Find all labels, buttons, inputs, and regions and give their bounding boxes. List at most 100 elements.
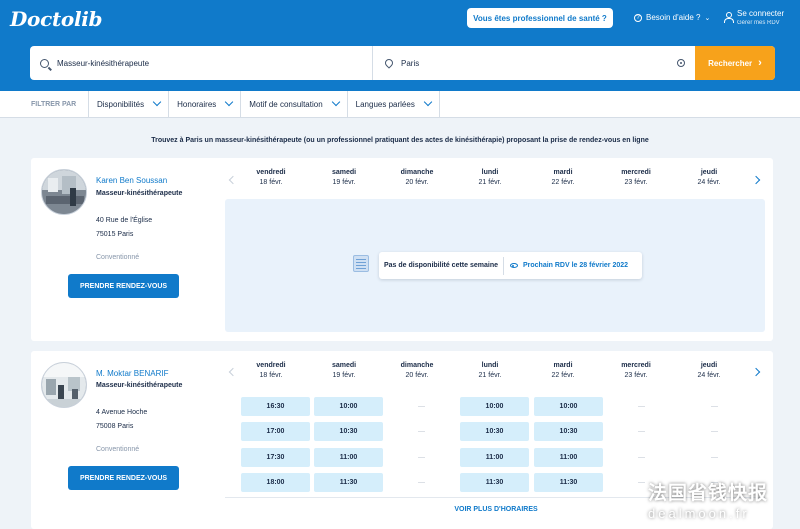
practitioner-name[interactable]: M. Moktar BENARIF [96,369,168,378]
day-header: mercredi 23 févr. [601,169,671,186]
practitioner-name[interactable]: Karen Ben Soussan [96,176,167,185]
time-slot[interactable]: 10:30 [534,422,603,441]
day-header: dimanche 20 févr. [382,169,452,186]
geolocate-icon[interactable] [677,59,685,67]
next-week-icon[interactable] [751,367,761,377]
day-header: dimanche 20 févr. [382,362,452,379]
day-name: lundi [481,362,499,369]
help-menu[interactable]: ? Besoin d'aide ? ⌄ [634,13,710,22]
time-slot[interactable]: 10:00 [314,397,383,416]
login-title: Se connecter [737,9,785,18]
day-name: vendredi [256,169,286,176]
book-appointment-button[interactable]: PRENDRE RENDEZ-VOUS [68,466,179,490]
time-slot[interactable]: 11:30 [534,473,603,492]
day-date: 21 févr. [478,179,502,186]
time-slot[interactable]: 16:30 [241,397,310,416]
day-name: mardi [553,362,573,369]
day-header: lundi 21 févr. [455,169,525,186]
day-date: 18 févr. [259,179,283,186]
filter-fees-label: Honoraires [177,99,217,109]
search-button[interactable]: Rechercher › [695,46,775,80]
login-text: Se connecter Gérer mes RDV [737,9,784,26]
filter-availability[interactable]: Disponibilités [88,90,168,118]
speciality-value: Masseur-kinésithérapeute [57,58,150,68]
filter-fees[interactable]: Honoraires [168,90,240,118]
day-date: 20 févr. [405,372,429,379]
day-name: samedi [331,362,357,369]
time-slot[interactable]: 11:30 [314,473,383,492]
next-week-icon[interactable] [751,175,761,185]
time-slot[interactable]: 17:00 [241,422,310,441]
search-button-label: Rechercher [708,58,753,68]
next-appointment-link[interactable]: Prochain RDV le 28 février 2022 [504,262,628,269]
day-header: jeudi 24 févr. [674,169,744,186]
no-slot: — [418,428,425,435]
day-header: samedi 19 févr. [309,362,379,379]
no-availability-box: Pas de disponibilité cette semaine Proch… [379,252,642,279]
day-name: mercredi [621,169,651,176]
day-date: 24 févr. [697,372,721,379]
no-slot: — [418,454,425,461]
time-slot[interactable]: 11:00 [314,448,383,467]
day-date: 22 févr. [551,179,575,186]
convention-status: Conventionné [96,254,140,261]
location-value: Paris [401,58,420,68]
address-line1: 40 Rue de l'Église [96,217,153,224]
speciality-input[interactable]: Masseur-kinésithérapeute [30,46,373,80]
time-slot[interactable]: 17:30 [241,448,310,467]
location-pin-icon [383,57,395,69]
address-line2: 75008 Paris [96,423,134,430]
login-subtitle: Gérer mes RDV [737,20,780,26]
day-date: 19 févr. [332,179,356,186]
avatar[interactable] [41,169,87,215]
top-header: Doctolib Vous êtes professionnel de sant… [0,0,800,91]
filter-languages[interactable]: Langues parlées [346,90,440,118]
filter-reason-label: Motif de consultation [249,99,323,109]
address-line1: 4 Avenue Hoche [96,409,148,416]
chevron-right-icon: › [758,57,762,69]
chevron-down-icon [225,97,234,107]
day-name: jeudi [700,362,718,369]
time-slot[interactable]: 10:30 [460,422,529,441]
time-slot[interactable]: 10:00 [460,397,529,416]
time-slot[interactable]: 11:30 [460,473,529,492]
no-slot: — [638,403,645,410]
no-availability-text: Pas de disponibilité cette semaine [379,256,504,275]
no-slot: — [711,454,718,461]
time-slot[interactable]: 10:30 [314,422,383,441]
chevron-down-icon [423,97,433,107]
pro-access-button[interactable]: Vous êtes professionnel de santé ? [467,8,613,28]
no-availability-panel: Pas de disponibilité cette semaine Proch… [225,199,765,332]
day-date: 23 févr. [624,179,648,186]
day-header: mardi 22 févr. [528,169,598,186]
no-slot: — [638,454,645,461]
filter-reason[interactable]: Motif de consultation [240,90,346,118]
convention-status: Conventionné [96,446,140,453]
time-slot[interactable]: 11:00 [460,448,529,467]
time-slot[interactable]: 11:00 [534,448,603,467]
no-slot: — [711,403,718,410]
day-name: vendredi [256,362,286,369]
address-line2: 75015 Paris [96,231,134,238]
day-name: dimanche [400,169,434,176]
chevron-down-icon [152,97,162,107]
avatar[interactable] [41,362,87,408]
chevron-down-icon [331,97,340,107]
book-appointment-button[interactable]: PRENDRE RENDEZ-VOUS [68,274,179,298]
time-slot[interactable]: 18:00 [241,473,310,492]
time-slot[interactable]: 10:00 [534,397,603,416]
user-icon [724,12,734,23]
login-menu[interactable]: Se connecter Gérer mes RDV [724,9,784,26]
day-name: samedi [331,169,357,176]
watermark: 法国省钱快报 dealmoon.fr [648,478,768,521]
filter-label: FILTRER PAR [31,100,77,108]
location-input[interactable]: Paris [373,46,695,80]
calendar-icon [353,255,369,272]
day-date: 23 févr. [624,372,648,379]
help-icon: ? [634,13,642,22]
watermark-line1: 法国省钱快报 [648,483,769,504]
day-date: 22 févr. [551,372,575,379]
doctolib-logo[interactable]: Doctolib [10,7,103,31]
day-header: vendredi 18 févr. [236,362,306,379]
day-date: 21 févr. [478,372,502,379]
